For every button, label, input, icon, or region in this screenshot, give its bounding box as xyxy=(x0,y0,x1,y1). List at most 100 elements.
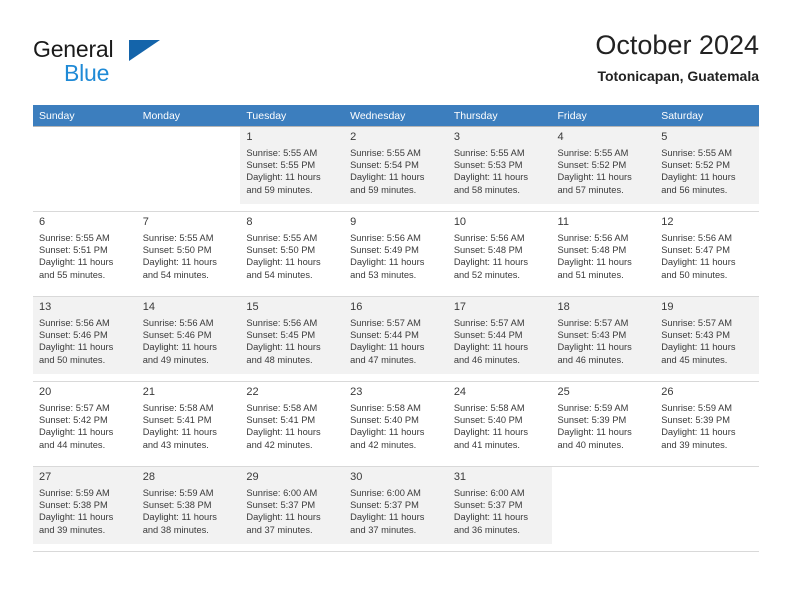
day-number: 26 xyxy=(661,386,674,398)
day-cell-content: 27 Sunrise: 5:59 AM Sunset: 5:38 PM Dayligh… xyxy=(33,467,137,544)
day-cell-content: 12 Sunrise: 5:56 AM Sunset: 5:47 PM Dayligh… xyxy=(655,212,759,289)
day-sun-info: Sunrise: 5:59 AM Sunset: 5:38 PM Daylight:… xyxy=(143,487,235,536)
day-sun-info: Sunrise: 5:56 AM Sunset: 5:45 PM Daylight:… xyxy=(246,317,338,366)
calendar-day-cell[interactable]: 30 Sunrise: 6:00 AM Sunset: 5:37 PM Dayligh… xyxy=(344,466,448,552)
day-cell-content: 2 Sunrise: 5:55 AM Sunset: 5:54 PM Daylight… xyxy=(344,127,448,204)
day-sun-info: Sunrise: 5:55 AM Sunset: 5:50 PM Daylight:… xyxy=(246,232,338,281)
day-sunrise-text: Sunrise: 5:55 AM xyxy=(557,148,629,158)
calendar-day-cell[interactable]: 24 Sunrise: 5:58 AM Sunset: 5:40 PM Dayligh… xyxy=(447,381,552,467)
day-cell-content: 5 Sunrise: 5:55 AM Sunset: 5:52 PM Daylight… xyxy=(655,127,759,204)
calendar-day-cell[interactable]: 1 Sunrise: 5:55 AM Sunset: 5:55 PM Daylight… xyxy=(240,126,345,212)
day-sun-info: Sunrise: 5:55 AM Sunset: 5:53 PM Daylight:… xyxy=(454,147,546,196)
calendar-day-cell[interactable]: 14 Sunrise: 5:56 AM Sunset: 5:46 PM Dayligh… xyxy=(136,296,241,382)
day-sun-info: Sunrise: 5:55 AM Sunset: 5:55 PM Daylight:… xyxy=(246,147,338,196)
day-sun-info: Sunrise: 5:58 AM Sunset: 5:41 PM Daylight:… xyxy=(246,402,338,451)
day-daylight-line1-text: Daylight: 11 hours xyxy=(246,427,321,438)
day-daylight-line1-text: Daylight: 11 hours xyxy=(557,257,632,268)
calendar-day-cell[interactable]: 26 Sunrise: 5:59 AM Sunset: 5:39 PM Dayligh… xyxy=(655,381,759,467)
day-sun-info: Sunrise: 5:56 AM Sunset: 5:48 PM Daylight:… xyxy=(558,232,650,281)
calendar-day-cell[interactable]: 25 Sunrise: 5:59 AM Sunset: 5:39 PM Dayligh… xyxy=(551,381,656,467)
day-cell-content: 29 Sunrise: 6:00 AM Sunset: 5:37 PM Dayligh… xyxy=(240,467,345,544)
calendar-day-cell[interactable]: 23 Sunrise: 5:58 AM Sunset: 5:40 PM Dayligh… xyxy=(344,381,448,467)
day-sunset-text: Sunset: 5:44 PM xyxy=(453,330,523,341)
day-sun-info: Sunrise: 5:57 AM Sunset: 5:42 PM Daylight:… xyxy=(39,402,131,451)
calendar-day-cell[interactable]: 29 Sunrise: 6:00 AM Sunset: 5:37 PM Dayligh… xyxy=(240,466,345,552)
day-daylight-line1-text: Daylight: 11 hours xyxy=(246,512,321,523)
day-sun-info: Sunrise: 5:59 AM Sunset: 5:38 PM Daylight:… xyxy=(39,487,131,536)
calendar-day-cell[interactable]: 4 Sunrise: 5:55 AM Sunset: 5:52 PM Daylight… xyxy=(551,126,656,212)
day-daylight-line2-text: and 58 minutes. xyxy=(453,184,520,195)
day-cell-content: 19 Sunrise: 5:57 AM Sunset: 5:43 PM Dayligh… xyxy=(655,297,759,374)
day-number: 14 xyxy=(142,301,155,313)
day-sunset-text: Sunset: 5:40 PM xyxy=(350,415,419,426)
day-number: 16 xyxy=(350,301,363,313)
day-number: 18 xyxy=(557,301,570,313)
day-sunset-text: Sunset: 5:52 PM xyxy=(661,160,730,171)
calendar-day-cell[interactable]: 8 Sunrise: 5:55 AM Sunset: 5:50 PM Daylight… xyxy=(240,211,345,297)
brand-logo[interactable]: General Blue xyxy=(33,36,233,94)
day-daylight-line1-text: Daylight: 11 hours xyxy=(453,172,529,183)
calendar-day-cell[interactable]: 13 Sunrise: 5:56 AM Sunset: 5:46 PM Dayligh… xyxy=(33,296,137,382)
calendar-week-row: 13 Sunrise: 5:56 AM Sunset: 5:46 PM Dayligh… xyxy=(33,296,759,382)
day-sunset-text: Sunset: 5:41 PM xyxy=(246,415,316,426)
day-daylight-line1-text: Daylight: 11 hours xyxy=(142,427,217,438)
day-sunrise-text: Sunrise: 5:58 AM xyxy=(453,403,525,413)
calendar-day-cell[interactable]: 31 Sunrise: 6:00 AM Sunset: 5:37 PM Dayligh… xyxy=(447,466,552,552)
day-cell-content xyxy=(552,467,656,544)
day-cell-content: 23 Sunrise: 5:58 AM Sunset: 5:40 PM Dayligh… xyxy=(344,382,448,459)
day-cell-content: 20 Sunrise: 5:57 AM Sunset: 5:42 PM Dayligh… xyxy=(33,382,137,459)
calendar-day-cell[interactable]: 20 Sunrise: 5:57 AM Sunset: 5:42 PM Dayligh… xyxy=(33,381,137,467)
calendar-day-cell[interactable]: 22 Sunrise: 5:58 AM Sunset: 5:41 PM Dayligh… xyxy=(240,381,345,467)
day-daylight-line2-text: and 36 minutes. xyxy=(453,524,520,535)
calendar-day-cell[interactable]: 5 Sunrise: 5:55 AM Sunset: 5:52 PM Daylight… xyxy=(655,126,759,212)
day-number: 2 xyxy=(350,131,357,143)
calendar-day-cell[interactable]: 21 Sunrise: 5:58 AM Sunset: 5:41 PM Dayligh… xyxy=(136,381,241,467)
day-sunset-text: Sunset: 5:39 PM xyxy=(557,415,627,426)
day-sunrise-text: Sunrise: 5:56 AM xyxy=(661,233,733,243)
day-cell-content: 28 Sunrise: 5:59 AM Sunset: 5:38 PM Dayligh… xyxy=(136,467,241,544)
day-sunrise-text: Sunrise: 5:55 AM xyxy=(142,233,214,243)
calendar-day-cell[interactable]: 6 Sunrise: 5:55 AM Sunset: 5:51 PM Daylight… xyxy=(33,211,137,297)
day-sunset-text: Sunset: 5:38 PM xyxy=(142,500,212,511)
day-daylight-line2-text: and 49 minutes. xyxy=(142,354,209,365)
day-sunrise-text: Sunrise: 5:55 AM xyxy=(246,148,318,158)
calendar-day-cell[interactable]: 16 Sunrise: 5:57 AM Sunset: 5:44 PM Dayligh… xyxy=(344,296,448,382)
day-daylight-line1-text: Daylight: 11 hours xyxy=(661,257,736,268)
day-sun-info: Sunrise: 5:55 AM Sunset: 5:51 PM Daylight:… xyxy=(39,232,131,281)
day-sunset-text: Sunset: 5:48 PM xyxy=(557,245,627,256)
calendar-cell-empty xyxy=(655,466,759,552)
day-daylight-line2-text: and 37 minutes. xyxy=(350,524,417,535)
weekday-header-sunday: Sunday xyxy=(33,105,137,127)
day-daylight-line2-text: and 45 minutes. xyxy=(661,354,728,365)
weekday-header-friday: Friday xyxy=(551,105,656,127)
day-sunrise-text: Sunrise: 5:55 AM xyxy=(350,148,421,158)
calendar-day-cell[interactable]: 12 Sunrise: 5:56 AM Sunset: 5:47 PM Dayligh… xyxy=(655,211,759,297)
calendar-day-cell[interactable]: 17 Sunrise: 5:57 AM Sunset: 5:44 PM Dayligh… xyxy=(447,296,552,382)
day-sun-info: Sunrise: 5:56 AM Sunset: 5:49 PM Daylight:… xyxy=(350,232,442,281)
day-sun-info: Sunrise: 5:59 AM Sunset: 5:39 PM Daylight:… xyxy=(661,402,753,451)
day-number: 17 xyxy=(453,301,467,313)
day-daylight-line2-text: and 39 minutes. xyxy=(39,524,106,535)
calendar-day-cell[interactable]: 11 Sunrise: 5:56 AM Sunset: 5:48 PM Dayligh… xyxy=(551,211,656,297)
day-cell-content: 30 Sunrise: 6:00 AM Sunset: 5:37 PM Dayligh… xyxy=(344,467,448,544)
calendar-day-cell[interactable]: 18 Sunrise: 5:57 AM Sunset: 5:43 PM Dayligh… xyxy=(551,296,656,382)
day-sunrise-text: Sunrise: 5:57 AM xyxy=(453,318,525,328)
day-daylight-line1-text: Daylight: 11 hours xyxy=(557,342,632,353)
calendar-day-cell[interactable]: 15 Sunrise: 5:56 AM Sunset: 5:45 PM Dayligh… xyxy=(240,296,345,382)
calendar-day-cell[interactable]: 10 Sunrise: 5:56 AM Sunset: 5:48 PM Dayligh… xyxy=(447,211,552,297)
page-header: General Blue October 2024 Totonicapan, G… xyxy=(33,28,759,96)
calendar-day-cell[interactable]: 7 Sunrise: 5:55 AM Sunset: 5:50 PM Daylight… xyxy=(136,211,241,297)
day-sun-info: Sunrise: 5:58 AM Sunset: 5:41 PM Daylight:… xyxy=(143,402,235,451)
day-cell-content: 18 Sunrise: 5:57 AM Sunset: 5:43 PM Dayligh… xyxy=(551,297,656,374)
calendar-day-cell[interactable]: 19 Sunrise: 5:57 AM Sunset: 5:43 PM Dayligh… xyxy=(655,296,759,382)
calendar-day-cell[interactable]: 28 Sunrise: 5:59 AM Sunset: 5:38 PM Dayligh… xyxy=(136,466,241,552)
calendar-day-cell[interactable]: 3 Sunrise: 5:55 AM Sunset: 5:53 PM Daylight… xyxy=(447,126,552,212)
calendar-day-cell[interactable]: 2 Sunrise: 5:55 AM Sunset: 5:54 PM Daylight… xyxy=(344,126,448,212)
calendar-day-cell[interactable]: 9 Sunrise: 5:56 AM Sunset: 5:49 PM Daylight… xyxy=(344,211,448,297)
day-number: 24 xyxy=(453,386,467,398)
day-sunrise-text: Sunrise: 6:00 AM xyxy=(246,488,318,498)
day-daylight-line1-text: Daylight: 11 hours xyxy=(661,172,736,183)
day-sunset-text: Sunset: 5:46 PM xyxy=(142,330,212,341)
calendar-day-cell[interactable]: 27 Sunrise: 5:59 AM Sunset: 5:38 PM Dayligh… xyxy=(33,466,137,552)
day-sunrise-text: Sunrise: 5:56 AM xyxy=(246,318,318,328)
